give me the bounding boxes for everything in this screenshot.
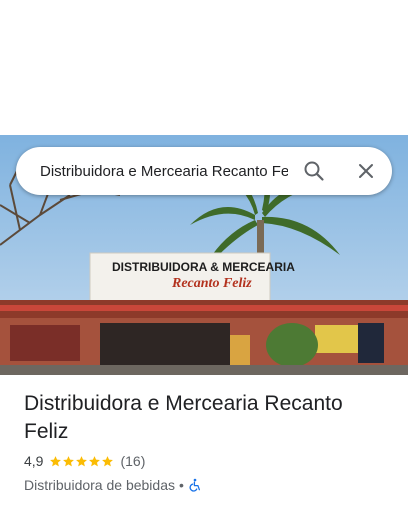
place-info: Distribuidora e Mercearia Recanto Feliz … [24,390,392,494]
wheelchair-icon [188,478,202,492]
search-bar[interactable]: Distribuidora e Mercearia Recanto Feliz [16,147,392,195]
category-row: Distribuidora de bebidas • [24,476,392,494]
star-icon [50,455,62,466]
place-title: Distribuidora e Mercearia Recanto Feliz [24,392,343,443]
close-icon[interactable] [354,159,378,183]
separator-dot: • [178,477,184,493]
rating-row[interactable]: 4,9 (16) [24,452,392,470]
search-input[interactable]: Distribuidora e Mercearia Recanto Feliz [40,161,288,183]
sign-line2: Recanto Feliz [171,276,252,291]
star-icon [63,455,75,466]
search-icon[interactable] [302,159,326,183]
star-icon [76,455,88,466]
category-label: Distribuidora de bebidas [24,477,175,493]
rating-value: 4,9 [24,453,44,469]
star-icon [89,455,101,466]
sign-line1: DISTRIBUIDORA & MERCEARIA [112,260,295,274]
star-rating [49,455,114,468]
star-icon [102,455,114,466]
review-count[interactable]: (16) [120,453,145,469]
